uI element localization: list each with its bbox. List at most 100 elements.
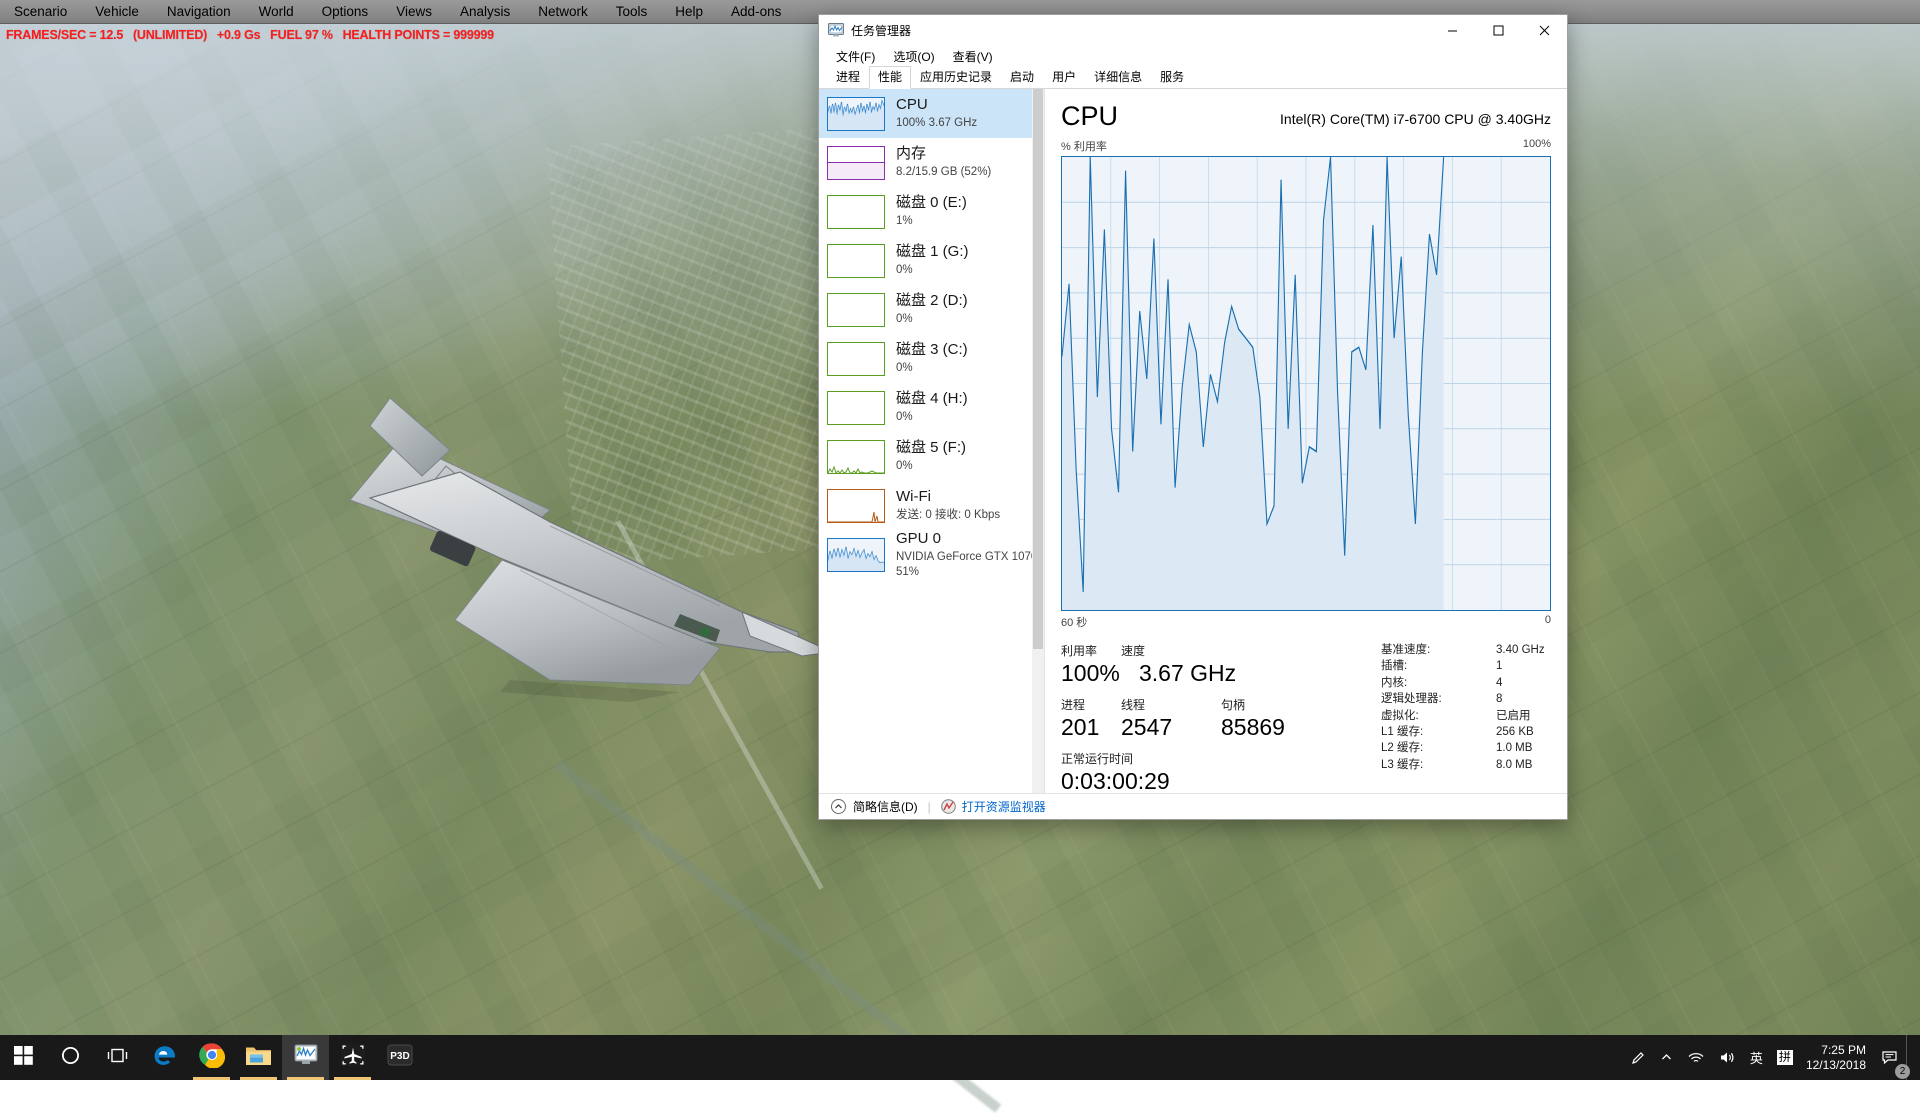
detail-label: L1 缓存: — [1381, 724, 1496, 740]
sidebar-item-disk-0[interactable]: 磁盘 0 (E:) 1% — [819, 187, 1044, 236]
tab-startup[interactable]: 启动 — [1001, 66, 1043, 88]
sidebar-item-sublabel: 8.2/15.9 GB (52%) — [896, 165, 991, 179]
pen-tray-icon[interactable] — [1624, 1035, 1653, 1080]
detail-label: L3 缓存: — [1381, 757, 1496, 773]
disk1-thumbnail-graph — [827, 244, 885, 278]
cortana-button[interactable] — [47, 1035, 94, 1080]
menu-item-world[interactable]: World — [245, 0, 308, 24]
show-hidden-icons-button[interactable] — [1653, 1035, 1680, 1080]
sidebar-item-label: Wi-Fi — [896, 488, 1000, 507]
tab-users[interactable]: 用户 — [1043, 66, 1085, 88]
menu-item-options[interactable]: Options — [308, 0, 383, 24]
action-center-button[interactable]: 2 — [1875, 1035, 1906, 1080]
sidebar-item-memory[interactable]: 内存 8.2/15.9 GB (52%) — [819, 138, 1044, 187]
sidebar-item-sublabel: 0% — [896, 459, 966, 473]
task-manager-app-button[interactable] — [282, 1035, 329, 1080]
menu-item-help[interactable]: Help — [661, 0, 717, 24]
uptime-value: 0:03:00:29 — [1061, 767, 1371, 795]
sidebar-item-label: 内存 — [896, 145, 991, 164]
circle-icon — [61, 1046, 80, 1070]
disk3-thumbnail-graph — [827, 342, 885, 376]
tab-app-history[interactable]: 应用历史记录 — [911, 66, 1001, 88]
sidebar-item-cpu[interactable]: CPU 100% 3.67 GHz — [819, 89, 1044, 138]
menu-item-network[interactable]: Network — [524, 0, 602, 24]
stat-labels-row-1: 利用率 速度 — [1061, 642, 1371, 659]
detail-value: 1 — [1496, 658, 1502, 674]
sidebar-scrollbar[interactable] — [1032, 89, 1044, 815]
menu-item-addons[interactable]: Add-ons — [717, 0, 795, 24]
task-view-icon — [107, 1046, 128, 1070]
menu-label: Scenario — [14, 4, 67, 19]
volume-tray-icon[interactable] — [1712, 1035, 1743, 1080]
prepar3d-app-button[interactable] — [329, 1035, 376, 1080]
fewer-details-button[interactable]: 简略信息(D) — [831, 798, 918, 815]
cpu-chart-svg — [1062, 157, 1550, 610]
windows-logo-icon — [14, 1046, 33, 1070]
sidebar-item-wifi[interactable]: Wi-Fi 发送: 0 接收: 0 Kbps — [819, 481, 1044, 530]
menu-label: Navigation — [167, 4, 231, 19]
sidebar-item-disk-1[interactable]: 磁盘 1 (G:) 0% — [819, 236, 1044, 285]
open-resource-monitor-link[interactable]: 打开资源监视器 — [941, 798, 1046, 815]
sidebar-item-text: 磁盘 2 (D:) 0% — [896, 292, 968, 326]
detail-row-base-speed: 基准速度: 3.40 GHz — [1381, 642, 1551, 658]
menu-label: Help — [675, 4, 703, 19]
sidebar-item-gpu-0[interactable]: GPU 0 NVIDIA GeForce GTX 1070 51% — [819, 530, 1044, 579]
sidebar-item-disk-3[interactable]: 磁盘 3 (C:) 0% — [819, 334, 1044, 383]
start-button[interactable] — [0, 1035, 47, 1080]
menu-item-navigation[interactable]: Navigation — [153, 0, 245, 24]
resource-sidebar[interactable]: CPU 100% 3.67 GHz 内存 8.2/15.9 GB (52%) 磁… — [819, 89, 1045, 815]
maximize-button[interactable] — [1475, 15, 1521, 45]
resource-monitor-icon — [941, 799, 956, 814]
memory-thumbnail-graph — [827, 146, 885, 180]
taskbar-clock[interactable]: 7:25 PM 12/13/2018 — [1800, 1043, 1875, 1073]
sidebar-item-text: 磁盘 3 (C:) 0% — [896, 341, 968, 375]
menu-view[interactable]: 查看(V) — [944, 46, 1002, 67]
uptime-label: 正常运行时间 — [1061, 750, 1371, 767]
menu-item-views[interactable]: Views — [382, 0, 446, 24]
tab-performance[interactable]: 性能 — [869, 66, 911, 89]
sidebar-item-sublabel: 0% — [896, 263, 969, 277]
ime-language-icon[interactable]: 英 — [1743, 1035, 1770, 1080]
minimize-button[interactable] — [1429, 15, 1475, 45]
close-button[interactable] — [1521, 15, 1567, 45]
ime-mode-icon[interactable]: 拼 — [1770, 1035, 1800, 1080]
cpu-header: CPU Intel(R) Core(TM) i7-6700 CPU @ 3.40… — [1061, 101, 1551, 131]
menu-item-vehicle[interactable]: Vehicle — [81, 0, 153, 24]
detail-row-l2-cache: L2 缓存: 1.0 MB — [1381, 740, 1551, 756]
graph-axis-labels-bottom: 60 秒 0 — [1061, 614, 1551, 630]
disk5-thumbnail-graph — [827, 440, 885, 474]
menu-file[interactable]: 文件(F) — [827, 46, 884, 67]
menu-options[interactable]: 选项(O) — [884, 46, 943, 67]
detail-value: 已启用 — [1496, 708, 1531, 724]
disk0-thumbnail-graph — [827, 195, 885, 229]
sidebar-item-text: Wi-Fi 发送: 0 接收: 0 Kbps — [896, 488, 1000, 522]
tab-processes[interactable]: 进程 — [827, 66, 869, 88]
sidebar-item-label: GPU 0 — [896, 530, 1037, 549]
task-manager-window: 任务管理器 文件(F) 选项(O) 查看(V) 进程 性能 应用历史记录 启动 … — [818, 14, 1568, 820]
tab-services[interactable]: 服务 — [1151, 66, 1193, 88]
disk4-thumbnail-graph — [827, 391, 885, 425]
menu-item-tools[interactable]: Tools — [602, 0, 662, 24]
tab-details[interactable]: 详细信息 — [1085, 66, 1151, 88]
p3d-app-button[interactable]: P3D — [376, 1035, 423, 1080]
detail-label: 基准速度: — [1381, 642, 1496, 658]
chrome-app-button[interactable] — [188, 1035, 235, 1080]
sidebar-item-disk-2[interactable]: 磁盘 2 (D:) 0% — [819, 285, 1044, 334]
p3d-icon: P3D — [387, 1043, 413, 1072]
wifi-tray-icon[interactable] — [1680, 1035, 1712, 1080]
detail-row-logical-processors: 逻辑处理器: 8 — [1381, 691, 1551, 707]
edge-app-button[interactable] — [141, 1035, 188, 1080]
clock-date: 12/13/2018 — [1806, 1058, 1866, 1073]
svg-text:P3D: P3D — [390, 1051, 409, 1062]
sidebar-item-disk-5[interactable]: 磁盘 5 (F:) 0% — [819, 432, 1044, 481]
file-explorer-app-button[interactable] — [235, 1035, 282, 1080]
task-view-button[interactable] — [94, 1035, 141, 1080]
wifi-thumbnail-graph — [827, 489, 885, 523]
menu-item-scenario[interactable]: Scenario — [0, 0, 81, 24]
menu-label: Tools — [616, 4, 648, 19]
hud-overlay-text: FRAMES/SEC = 12.5 (UNLIMITED) +0.9 Gs FU… — [6, 28, 494, 42]
menu-item-analysis[interactable]: Analysis — [446, 0, 524, 24]
title-bar[interactable]: 任务管理器 — [819, 15, 1567, 45]
sidebar-item-disk-4[interactable]: 磁盘 4 (H:) 0% — [819, 383, 1044, 432]
sidebar-scrollbar-thumb[interactable] — [1033, 89, 1043, 649]
